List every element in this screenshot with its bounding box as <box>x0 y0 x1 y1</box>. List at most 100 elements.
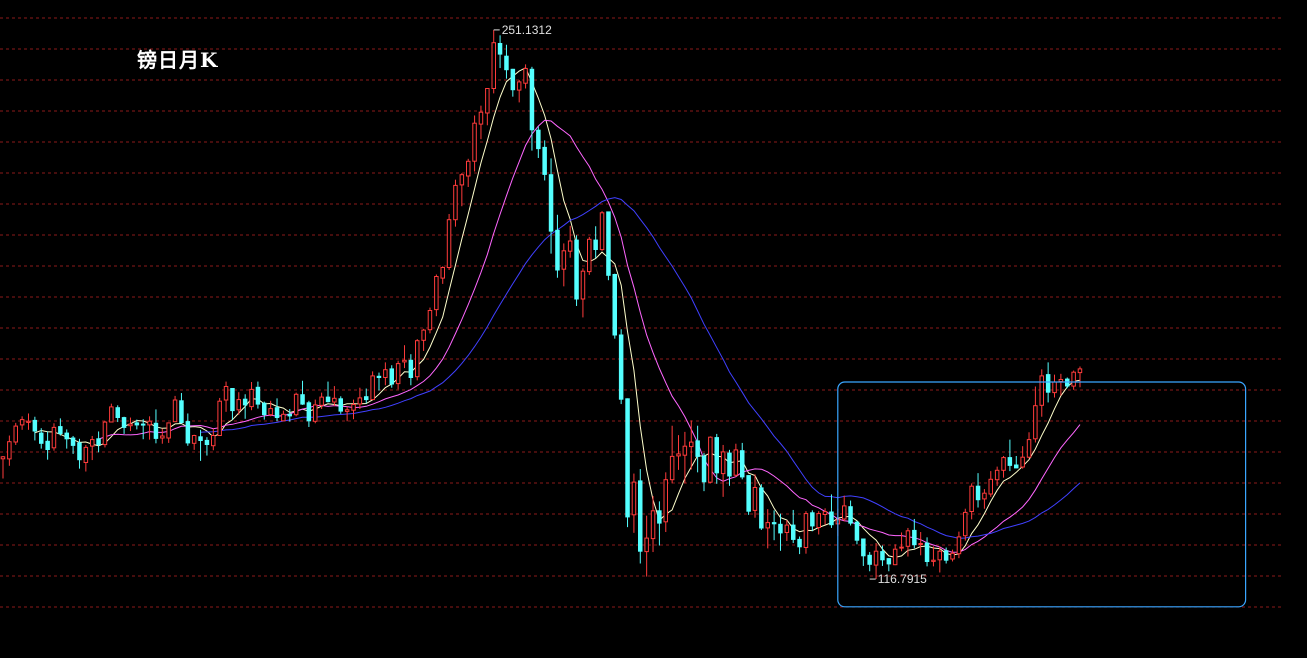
candle-body-up <box>434 276 439 311</box>
candle <box>357 387 363 409</box>
candle-body-down <box>606 211 611 276</box>
candle <box>555 214 560 278</box>
candle-body-up <box>319 396 324 406</box>
candle <box>791 509 796 544</box>
candle <box>542 140 547 181</box>
candle <box>389 365 394 388</box>
candle-body-up <box>313 404 318 422</box>
candle-body-up <box>708 436 713 483</box>
candle <box>191 434 197 450</box>
max-price-label: 251.1312 <box>502 23 552 37</box>
candle-body-up <box>676 453 681 457</box>
candle <box>64 429 69 449</box>
candle <box>1071 370 1076 390</box>
candle-body-up <box>689 441 694 448</box>
candle <box>427 307 433 334</box>
candle <box>937 546 942 573</box>
candle <box>140 419 146 440</box>
candle <box>676 435 681 470</box>
candle <box>567 225 573 258</box>
min-price-label: 116.7915 <box>878 572 927 586</box>
candle-body-up <box>631 481 637 516</box>
candle-body-down <box>848 506 853 524</box>
candle-body-up <box>733 449 739 476</box>
candle-body-up <box>1020 456 1025 468</box>
candle-body-down <box>1007 457 1013 466</box>
candle-body-down <box>975 485 981 501</box>
candle <box>657 501 662 546</box>
candle-body-up <box>395 363 401 385</box>
candle <box>364 388 369 404</box>
candle-body-up <box>166 422 171 439</box>
candle <box>96 431 101 453</box>
candle <box>918 532 923 556</box>
candle <box>338 396 343 414</box>
candle <box>223 381 229 412</box>
candle <box>185 413 191 446</box>
candle <box>26 413 31 430</box>
candle-body-down <box>325 396 331 403</box>
candle-body-up <box>172 399 178 423</box>
candle <box>249 381 254 411</box>
candle <box>102 420 108 448</box>
candle-body-up <box>950 552 955 560</box>
candle <box>797 536 802 555</box>
candle-body-up <box>472 122 477 162</box>
candle-body-down <box>548 174 554 232</box>
candle <box>453 179 458 227</box>
candle <box>0 455 6 479</box>
candle-body-up <box>644 537 649 553</box>
candle-body-up <box>567 240 573 252</box>
candle <box>115 405 120 423</box>
candlestick-chart: 251.1312 116.7915 <box>0 17 1281 608</box>
candle-body-up <box>453 184 458 221</box>
candle-body-up <box>1001 457 1006 471</box>
candle-body-up <box>561 250 567 270</box>
candle <box>293 392 299 417</box>
candle-body-up <box>1039 375 1044 406</box>
candle-body-up <box>0 456 6 460</box>
candle <box>727 449 732 486</box>
candle <box>886 558 892 572</box>
candle <box>1033 386 1038 443</box>
candle-body-up <box>351 404 356 411</box>
candle <box>421 328 426 351</box>
candle <box>587 236 592 275</box>
candle-body-up <box>485 88 490 114</box>
candle-body-up <box>931 559 936 562</box>
candle-body-up <box>1033 405 1038 440</box>
candle-body-down <box>771 522 777 525</box>
candle-body-up <box>128 423 133 427</box>
candle-body-up <box>268 408 273 416</box>
candle-body-up <box>491 42 496 89</box>
candle-body-up <box>803 513 809 548</box>
candle-body-up <box>669 455 675 481</box>
candle-body-up <box>211 435 216 447</box>
candle <box>300 380 305 405</box>
candle-body-up <box>370 375 375 401</box>
candle <box>644 515 649 577</box>
candle-body-down <box>140 423 146 426</box>
candle-body-up <box>842 505 847 520</box>
candle <box>746 475 751 515</box>
candle <box>574 235 579 306</box>
chart-area: 251.1312 116.7915 镑日月K <box>0 0 1307 658</box>
candle <box>963 508 968 541</box>
candle <box>733 443 739 477</box>
candle <box>402 345 407 369</box>
candle <box>842 495 847 522</box>
candle-body-down <box>77 442 82 461</box>
candle-body-down <box>121 417 127 428</box>
candle-body-down <box>638 480 643 552</box>
candle <box>854 520 860 545</box>
candle <box>446 213 452 270</box>
candle-body-up <box>102 421 108 446</box>
candle-body-up <box>217 400 222 437</box>
candle <box>153 409 159 444</box>
candle-body-up <box>83 446 89 463</box>
candle-body-down <box>134 422 140 426</box>
candle-body-down <box>542 146 547 175</box>
candle <box>491 30 496 94</box>
candle-body-up <box>147 420 152 426</box>
candle-body-up <box>1071 371 1076 387</box>
